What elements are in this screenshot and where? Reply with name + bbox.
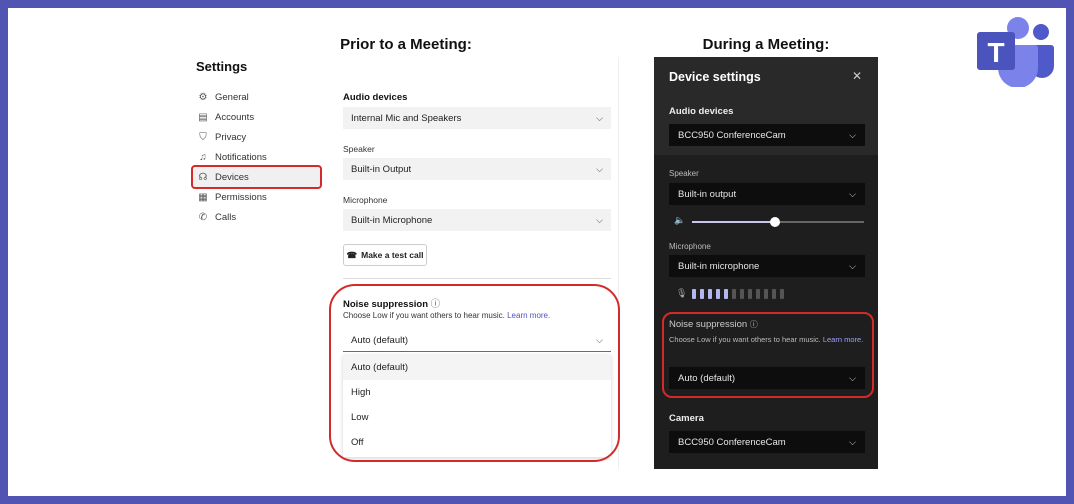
chevron-down-icon: ⌵ bbox=[596, 214, 603, 225]
chevron-down-icon: ⌵ bbox=[849, 372, 856, 383]
audio-devices-label: Audio devices bbox=[669, 106, 734, 117]
grid-icon: ▦ bbox=[198, 191, 208, 203]
nav-item-calls[interactable]: ✆ Calls bbox=[193, 206, 321, 228]
volume-fill bbox=[692, 221, 775, 223]
camera-select[interactable]: BCC950 ConferenceCam ⌵ bbox=[669, 431, 865, 453]
phone-icon: ☎ bbox=[346, 249, 358, 260]
chevron-down-icon: ⌵ bbox=[849, 436, 856, 447]
shield-icon: ⛉ bbox=[199, 131, 207, 143]
learn-more-link[interactable]: Learn more. bbox=[823, 335, 863, 344]
noise-highlight bbox=[329, 284, 620, 462]
phone-icon: ✆ bbox=[198, 211, 208, 223]
select-value: Internal Mic and Speakers bbox=[351, 112, 462, 124]
chevron-down-icon: ⌵ bbox=[596, 112, 603, 123]
select-value: BCC950 ConferenceCam bbox=[678, 129, 786, 141]
mic-level-bar bbox=[748, 289, 752, 299]
microphone-label: Microphone bbox=[669, 242, 711, 251]
mic-level-bar bbox=[716, 289, 720, 299]
devices-settings: Audio devices Internal Mic and Speakers … bbox=[329, 57, 620, 469]
microphone-select[interactable]: Built-in microphone ⌵ bbox=[669, 255, 865, 277]
test-call-label: Make a test call bbox=[361, 250, 424, 260]
volume-slider-handle[interactable] bbox=[769, 217, 780, 227]
settings-panel: Settings ⚙ General ▤ Accounts ⛉ Privacy … bbox=[191, 57, 620, 469]
chevron-down-icon: ⌵ bbox=[596, 163, 603, 174]
microphone-label: Microphone bbox=[343, 195, 388, 205]
mic-level-bar bbox=[764, 289, 768, 299]
audio-device-select[interactable]: BCC950 ConferenceCam ⌵ bbox=[669, 124, 865, 146]
settings-nav: Settings ⚙ General ▤ Accounts ⛉ Privacy … bbox=[191, 57, 333, 469]
nav-item-general[interactable]: ⚙ General bbox=[193, 86, 321, 108]
divider bbox=[343, 278, 611, 279]
audio-device-select[interactable]: Internal Mic and Speakers ⌵ bbox=[343, 107, 611, 129]
heading-during: During a Meeting: bbox=[702, 36, 830, 53]
mic-level-bar bbox=[708, 289, 712, 299]
gear-icon: ⚙ bbox=[198, 91, 208, 103]
test-call-button[interactable]: ☎ Make a test call bbox=[343, 244, 427, 266]
nav-label: Calls bbox=[215, 211, 237, 223]
teams-logo: T bbox=[977, 17, 1054, 87]
microphone-icon: 🎙 bbox=[676, 288, 688, 298]
speaker-volume-icon: 🔈 bbox=[674, 215, 686, 225]
settings-title: Settings bbox=[196, 59, 248, 74]
select-value: BCC950 ConferenceCam bbox=[678, 436, 786, 448]
mic-level-meter bbox=[692, 289, 784, 299]
select-value: Built-in Output bbox=[351, 163, 412, 175]
audio-devices-label: Audio devices bbox=[343, 92, 408, 103]
device-settings-panel: Device settings ✕ Audio devices BCC950 C… bbox=[654, 57, 878, 469]
noise-suppression-select[interactable]: Auto (default) ⌵ bbox=[669, 367, 865, 389]
nav-item-permissions[interactable]: ▦ Permissions bbox=[193, 186, 321, 208]
device-settings-title: Device settings bbox=[669, 70, 761, 84]
noise-label-text: Noise suppression bbox=[669, 319, 748, 330]
select-value: Auto (default) bbox=[678, 372, 736, 384]
nav-item-accounts[interactable]: ▤ Accounts bbox=[193, 106, 321, 128]
select-value: Built-in Microphone bbox=[351, 214, 433, 226]
mic-level-bar bbox=[772, 289, 776, 299]
nav-label: Accounts bbox=[215, 111, 255, 123]
close-icon[interactable]: ✕ bbox=[852, 69, 862, 83]
mic-level-bar bbox=[740, 289, 744, 299]
mic-level-bar bbox=[732, 289, 736, 299]
info-icon: ⓘ bbox=[749, 320, 758, 329]
nav-label: General bbox=[215, 91, 249, 103]
devices-highlight bbox=[191, 165, 322, 189]
chevron-down-icon: ⌵ bbox=[849, 129, 856, 140]
select-value: Built-in output bbox=[678, 188, 737, 200]
mic-level-bar bbox=[700, 289, 704, 299]
camera-label: Camera bbox=[669, 413, 704, 424]
nav-label: Privacy bbox=[215, 131, 247, 143]
heading-prior: Prior to a Meeting: bbox=[340, 36, 472, 53]
noise-desc-text: Choose Low if you want others to hear mu… bbox=[669, 335, 821, 344]
nav-item-privacy[interactable]: ⛉ Privacy bbox=[193, 126, 321, 148]
noise-suppression-label: Noise suppression ⓘ bbox=[669, 319, 758, 330]
microphone-select[interactable]: Built-in Microphone ⌵ bbox=[343, 209, 611, 231]
nav-label: Notifications bbox=[215, 151, 267, 163]
nav-label: Permissions bbox=[215, 191, 267, 203]
chevron-down-icon: ⌵ bbox=[849, 260, 856, 271]
chevron-down-icon: ⌵ bbox=[849, 188, 856, 199]
mic-level-bar bbox=[756, 289, 760, 299]
speaker-select[interactable]: Built-in Output ⌵ bbox=[343, 158, 611, 180]
id-card-icon: ▤ bbox=[198, 111, 208, 123]
mic-level-bar bbox=[724, 289, 728, 299]
select-value: Built-in microphone bbox=[678, 260, 760, 272]
bell-icon: ♫ bbox=[199, 151, 207, 163]
teams-logo-letter: T bbox=[987, 37, 1004, 68]
mic-level-bar bbox=[692, 289, 696, 299]
mic-level-bar bbox=[780, 289, 784, 299]
noise-description: Choose Low if you want others to hear mu… bbox=[669, 334, 869, 345]
speaker-label: Speaker bbox=[669, 169, 699, 178]
speaker-select[interactable]: Built-in output ⌵ bbox=[669, 183, 865, 205]
speaker-label: Speaker bbox=[343, 144, 375, 154]
